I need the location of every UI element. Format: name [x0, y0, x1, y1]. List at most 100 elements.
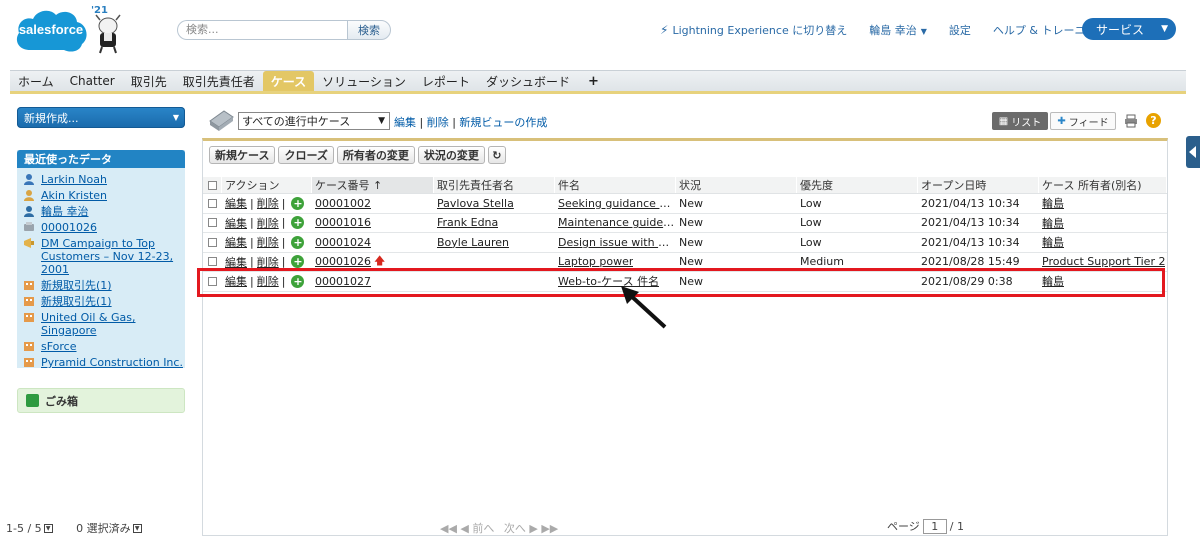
page-number-input[interactable]: 1: [922, 518, 947, 534]
subject-link[interactable]: Design issue with mechanical rotor: [558, 236, 676, 249]
view-select[interactable]: すべての進行中ケース ▼: [238, 112, 390, 130]
contact-link[interactable]: Frank Edna: [437, 216, 498, 229]
feed-view-label: フィード: [1068, 117, 1109, 129]
tab-all-tabs[interactable]: +: [578, 71, 609, 91]
column-header-case-number[interactable]: ケース番号 ↑: [312, 177, 434, 193]
cases-icon: [209, 110, 234, 131]
recent-item-link[interactable]: Pyramid Construction Inc.: [41, 356, 183, 369]
column-header-contact[interactable]: 取引先責任者名: [434, 177, 555, 193]
tab-reports[interactable]: レポート: [414, 71, 478, 91]
search-button[interactable]: 検索: [347, 20, 391, 40]
row-checkbox[interactable]: [203, 214, 222, 233]
next-page-link[interactable]: 次へ ▶ ▶▶: [504, 522, 558, 535]
recent-item-link[interactable]: 新規取引先(1): [41, 279, 112, 292]
list-buttons: 新規ケース クローズ 所有者の変更 状況の変更 ↻: [209, 146, 509, 164]
subject-link[interactable]: Laptop power: [558, 255, 633, 268]
tab-contacts[interactable]: 取引先責任者: [175, 71, 263, 91]
column-header-subject[interactable]: 件名: [555, 177, 676, 193]
salesforce-logo[interactable]: salesforce: [14, 6, 88, 56]
view-select-value: すべての進行中ケース: [242, 115, 351, 128]
recent-item-link[interactable]: sForce: [41, 340, 77, 353]
add-icon[interactable]: +: [291, 196, 305, 210]
recent-item-link[interactable]: Akin Kristen: [41, 189, 107, 202]
row-checkbox[interactable]: [203, 194, 222, 213]
account-icon: [23, 311, 35, 323]
case-number-link[interactable]: 00001016: [315, 216, 371, 229]
create-new-dropdown[interactable]: 新規作成... ▼: [17, 107, 185, 128]
row-edit-link[interactable]: 編集: [225, 195, 247, 211]
row-checkbox[interactable]: [203, 233, 222, 252]
switch-lightning-link[interactable]: Lightning Experience に切り替え: [672, 22, 847, 38]
change-status-button[interactable]: 状況の変更: [417, 146, 485, 164]
row-edit-link[interactable]: 編集: [225, 234, 247, 250]
add-icon[interactable]: +: [291, 255, 305, 269]
view-links: 編集 | 削除 | 新規ビューの作成: [394, 116, 548, 129]
owner-link[interactable]: 輪島: [1042, 215, 1064, 231]
row-delete-link[interactable]: 削除: [257, 195, 279, 211]
owner-link[interactable]: 輪島: [1042, 195, 1064, 211]
tab-home[interactable]: ホーム: [10, 71, 62, 91]
subject-link[interactable]: Maintenance guidelines for generator unc…: [558, 216, 676, 229]
recent-items-list: Larkin Noah Akin Kristen 輪島 幸治 00001026 …: [17, 168, 185, 369]
recycle-bin-link[interactable]: ごみ箱: [17, 388, 185, 413]
app-menu-label: サービス: [1096, 22, 1145, 37]
tab-chatter[interactable]: Chatter: [62, 71, 123, 91]
selected-count-select[interactable]: 0 選択済み ▼: [76, 520, 142, 536]
contact-link[interactable]: Boyle Lauren: [437, 236, 509, 249]
print-icon[interactable]: [1124, 114, 1138, 128]
app-menu-button[interactable]: サービス ▼: [1082, 18, 1176, 40]
prev-page-link[interactable]: ◀◀ ◀ 前へ: [440, 522, 494, 535]
user-menu[interactable]: 輪島 幸治 ▼: [869, 22, 927, 38]
contact-cell: Frank Edna: [434, 214, 555, 233]
tab-cases[interactable]: ケース: [262, 71, 315, 91]
close-case-button[interactable]: クローズ: [278, 146, 334, 164]
recent-item-link[interactable]: DM Campaign to Top Customers – Nov 12-23…: [41, 237, 185, 276]
tab-solutions[interactable]: ソリューション: [314, 71, 414, 91]
row-delete-link[interactable]: 削除: [257, 215, 279, 231]
add-icon[interactable]: +: [291, 235, 305, 249]
recent-item-link[interactable]: 00001026: [41, 221, 97, 234]
user-icon: [23, 205, 35, 217]
recent-item: sForce: [23, 340, 185, 353]
recent-item-link[interactable]: 輪島 幸治: [41, 205, 89, 218]
table-row: 編集 | 削除 | + 00001002 Pavlova Stella Seeking …: [203, 194, 1167, 214]
search-input[interactable]: 検索...: [177, 20, 347, 40]
table-row: 編集 | 削除 | + 00001016 Frank Edna Maintenance …: [203, 214, 1167, 233]
create-view-link[interactable]: 新規ビューの作成: [459, 116, 547, 129]
account-icon: [23, 279, 35, 291]
help-icon[interactable]: ?: [1146, 113, 1161, 128]
owner-link[interactable]: Product Support Tier 2: [1042, 255, 1165, 268]
edit-view-link[interactable]: 編集: [394, 116, 416, 129]
row-delete-link[interactable]: 削除: [257, 234, 279, 250]
change-owner-button[interactable]: 所有者の変更: [336, 146, 415, 164]
contact-link[interactable]: Pavlova Stella: [437, 197, 514, 210]
recent-item-link[interactable]: 新規取引先(1): [41, 295, 112, 308]
records-per-page-select[interactable]: 1-5 / 5 ▼: [6, 522, 53, 535]
priority-cell: Low: [800, 235, 822, 249]
tab-dashboards[interactable]: ダッシュボード: [478, 71, 578, 91]
new-case-button[interactable]: 新規ケース: [209, 146, 276, 164]
add-icon[interactable]: +: [291, 216, 305, 230]
subject-link[interactable]: Seeking guidance on electrical wiring in…: [558, 197, 676, 210]
column-header-status[interactable]: 状況: [676, 177, 797, 193]
owner-link[interactable]: 輪島: [1042, 234, 1064, 250]
refresh-button[interactable]: ↻: [487, 146, 506, 164]
tab-accounts[interactable]: 取引先: [123, 71, 175, 91]
column-header-opened[interactable]: オープン日時: [918, 177, 1039, 193]
feed-view-button[interactable]: ✚ フィード: [1050, 112, 1116, 130]
case-number-link[interactable]: 00001002: [315, 197, 371, 210]
opened-cell: 2021/04/13 10:34: [921, 216, 1020, 230]
case-number-link[interactable]: 00001026: [315, 255, 371, 268]
recent-item-link[interactable]: United Oil & Gas, Singapore: [41, 311, 185, 337]
recent-item-link[interactable]: Larkin Noah: [41, 173, 107, 186]
select-all-checkbox[interactable]: [203, 177, 222, 193]
delete-view-link[interactable]: 削除: [427, 116, 449, 129]
side-panel-toggle[interactable]: [1186, 136, 1200, 168]
column-header-owner[interactable]: ケース 所有者(別名): [1039, 177, 1167, 193]
setup-link[interactable]: 設定: [949, 22, 971, 38]
list-view-button[interactable]: ▦ リスト: [992, 112, 1048, 130]
column-header-priority[interactable]: 優先度: [797, 177, 918, 193]
list-view-label: リスト: [1011, 117, 1042, 129]
case-number-link[interactable]: 00001024: [315, 236, 371, 249]
row-edit-link[interactable]: 編集: [225, 215, 247, 231]
